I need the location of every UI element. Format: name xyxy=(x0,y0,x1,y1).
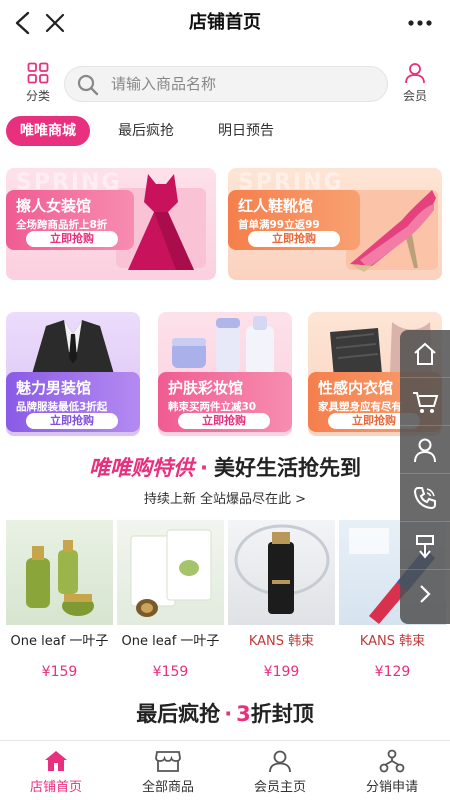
banner-label: 魅力男装馆 品牌服装最低3折起 立即抢购 xyxy=(6,372,140,432)
member-button[interactable]: 会员 xyxy=(396,62,434,104)
tab-bar: 唯唯商城 最后疯抢 明日预告 xyxy=(0,116,450,146)
banner-subtitle: 首单满99立返99 xyxy=(238,219,320,231)
last-rush-num: 3 xyxy=(236,702,251,726)
banner-mens-clothing[interactable]: 魅力男装馆 品牌服装最低3折起 立即抢购 xyxy=(6,312,140,436)
banner-label: 护肤彩妆馆 韩束买两件立减30 立即抢购 xyxy=(158,372,292,432)
banner-label: 红人鞋靴馆 首单满99立返99 立即抢购 xyxy=(228,190,360,250)
tab-weiwei-mall[interactable]: 唯唯商城 xyxy=(6,116,90,146)
user-icon xyxy=(269,750,291,773)
float-phone[interactable] xyxy=(400,474,450,522)
banner-title: 魅力男装馆 xyxy=(16,379,92,397)
product-card[interactable]: KANS 韩束 ¥199 xyxy=(228,520,335,690)
product-list: One leaf 一叶子 ¥159 One leaf 一叶子 ¥159 KANS… xyxy=(0,520,450,690)
search-input[interactable] xyxy=(111,73,371,95)
float-home[interactable] xyxy=(400,330,450,378)
promo-section: 唯唯购特供 · 美好生活抢先到 持续上新 全站爆品尽在此 > xyxy=(0,452,450,507)
promo-title: 唯唯购特供 · 美好生活抢先到 xyxy=(0,452,450,482)
product-image xyxy=(228,520,335,625)
banner-womens-clothing[interactable]: SPRING 擦人女装馆 全场跨商品折上8折 立即抢购 xyxy=(6,168,216,280)
user-icon xyxy=(414,438,436,462)
chevron-right-icon xyxy=(420,585,431,603)
buy-now-button[interactable]: 立即抢购 xyxy=(26,231,118,247)
store-icon xyxy=(155,751,181,772)
more-icon[interactable] xyxy=(406,12,434,34)
share-network-icon xyxy=(379,749,405,773)
back-to-top-icon xyxy=(416,534,434,559)
nav-label: 店铺首页 xyxy=(29,780,82,795)
floating-sidebar xyxy=(400,330,450,624)
search-box[interactable] xyxy=(64,66,388,102)
float-cart[interactable] xyxy=(400,378,450,426)
banner-subtitle: 品牌服装最低3折起 xyxy=(16,401,108,413)
tab-tomorrow-preview[interactable]: 明日预告 xyxy=(218,116,274,146)
cart-icon xyxy=(413,391,439,413)
product-brand: KANS 韩束 xyxy=(248,634,315,649)
product-brand: One leaf 一叶子 xyxy=(121,634,220,649)
phone-icon xyxy=(413,486,436,509)
product-price: ¥159 xyxy=(152,664,189,680)
tab-last-rush[interactable]: 最后疯抢 xyxy=(118,116,174,146)
product-image xyxy=(117,520,224,625)
banner-shoes[interactable]: SPRING 红人鞋靴馆 首单满99立返99 立即抢购 xyxy=(228,168,442,280)
category-button[interactable]: 分类 xyxy=(18,62,58,104)
promo-subtitle[interactable]: 持续上新 全站爆品尽在此 > xyxy=(0,488,450,507)
product-price: ¥159 xyxy=(41,664,78,680)
search-row: 分类 会员 xyxy=(0,58,450,108)
page-title: 店铺首页 xyxy=(189,12,261,33)
home-icon xyxy=(45,751,67,771)
buy-now-button[interactable]: 立即抢购 xyxy=(178,413,270,429)
search-icon xyxy=(77,74,99,96)
banner-title: 擦人女装馆 xyxy=(16,197,92,215)
buy-now-button[interactable]: 立即抢购 xyxy=(26,413,118,429)
serum-image xyxy=(234,524,330,614)
product-price: ¥199 xyxy=(263,664,300,680)
promo-title-left: 唯唯购特供 xyxy=(89,456,194,480)
banner-skincare[interactable]: 护肤彩妆馆 韩束买两件立减30 立即抢购 xyxy=(158,312,292,436)
nav-shop-home[interactable]: 店铺首页 xyxy=(0,741,112,800)
banner-title: 护肤彩妆馆 xyxy=(168,379,244,397)
user-icon xyxy=(405,63,425,84)
banner-title: 红人鞋靴馆 xyxy=(238,197,314,215)
top-bar: 店铺首页 xyxy=(0,0,450,46)
promo-title-right: 美好生活抢先到 xyxy=(213,456,361,480)
banner-subtitle: 家具塑身应有尽有 xyxy=(318,401,402,413)
product-image xyxy=(6,520,113,625)
promo-dot: · xyxy=(200,456,208,480)
banner-label: 擦人女装馆 全场跨商品折上8折 立即抢购 xyxy=(6,190,134,250)
nav-distribution-apply[interactable]: 分销申请 xyxy=(336,741,448,800)
close-icon[interactable] xyxy=(44,11,66,35)
home-icon xyxy=(414,342,436,365)
last-rush-title: 最后疯抢 · 3折封顶 xyxy=(0,698,450,728)
bottom-navigation: 店铺首页 全部商品 会员主页 分销申请 xyxy=(0,740,450,800)
mask-pack-image xyxy=(130,529,212,617)
last-rush-dot: · xyxy=(224,702,233,726)
banner-title: 性感内衣馆 xyxy=(318,379,394,397)
product-brand: KANS 韩束 xyxy=(359,634,426,649)
buy-now-button[interactable]: 立即抢购 xyxy=(248,231,340,247)
product-brand: One leaf 一叶子 xyxy=(10,634,109,649)
last-rush-right: 折封顶 xyxy=(250,702,314,726)
nav-member-home[interactable]: 会员主页 xyxy=(224,741,336,800)
member-label: 会员 xyxy=(402,89,427,103)
float-user[interactable] xyxy=(400,426,450,474)
last-rush-left: 最后疯抢 xyxy=(136,702,221,726)
back-icon[interactable] xyxy=(12,10,34,36)
nav-label: 会员主页 xyxy=(253,780,306,795)
product-card[interactable]: One leaf 一叶子 ¥159 xyxy=(6,520,113,690)
grid-icon xyxy=(27,62,49,84)
banner-subtitle: 全场跨商品折上8折 xyxy=(16,219,108,231)
nav-label: 全部商品 xyxy=(141,780,194,795)
last-rush-section: 最后疯抢 · 3折封顶 xyxy=(0,698,450,734)
float-back-top[interactable] xyxy=(400,522,450,570)
product-card[interactable]: One leaf 一叶子 ¥159 xyxy=(117,520,224,690)
nav-all-products[interactable]: 全部商品 xyxy=(112,741,224,800)
bottle-image xyxy=(26,540,94,616)
category-label: 分类 xyxy=(25,89,50,103)
product-price: ¥129 xyxy=(374,664,411,680)
float-expand[interactable] xyxy=(400,570,450,618)
banner-subtitle: 韩束买两件立减30 xyxy=(168,401,257,413)
nav-label: 分销申请 xyxy=(365,780,418,795)
